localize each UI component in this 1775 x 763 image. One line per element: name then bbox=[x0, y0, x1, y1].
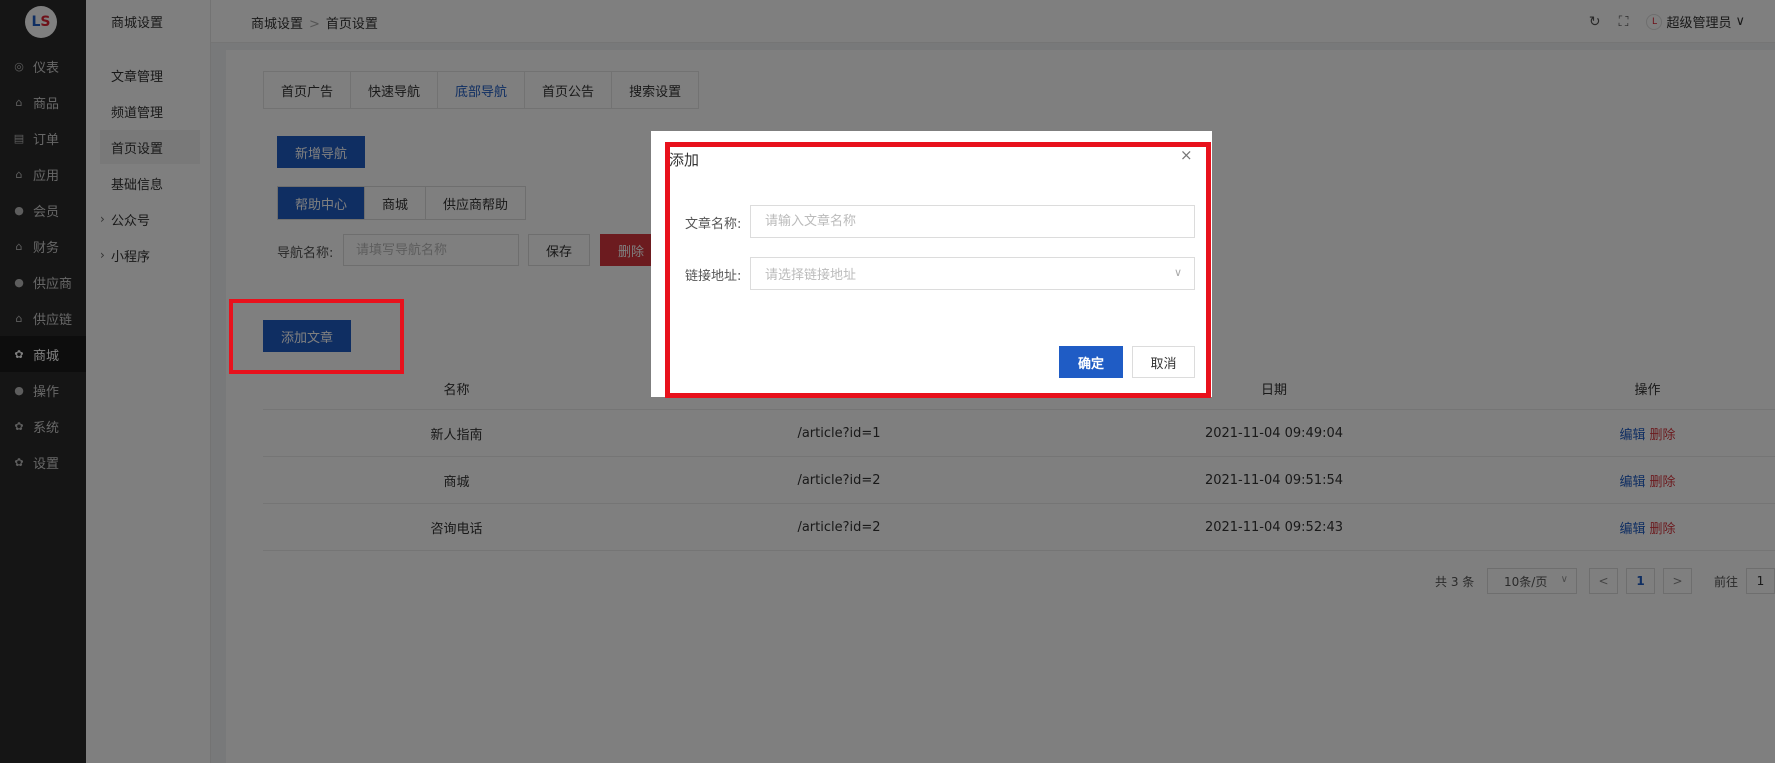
dialog-highlight bbox=[665, 142, 1211, 398]
add-article-highlight bbox=[229, 299, 404, 374]
